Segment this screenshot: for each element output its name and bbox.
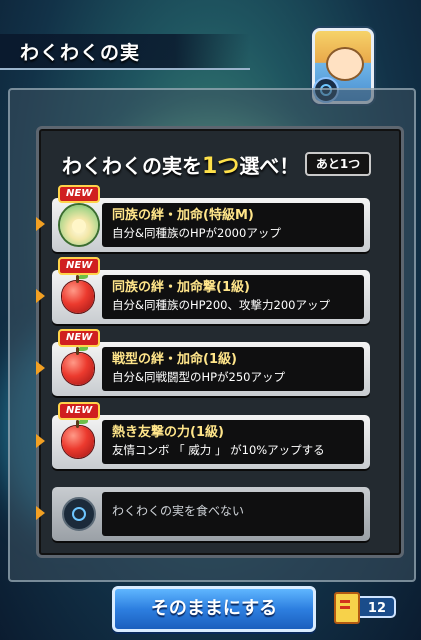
fruit-option-3[interactable]: NEW 戦型の絆・加命(1級) 自分&同戦闘型のHPが250アップ — [36, 329, 374, 400]
new-badge: NEW — [58, 329, 101, 347]
fruit-option-1[interactable]: NEW 同族の絆・加命(特級M) 自分&同種族のHPが2000アップ — [36, 185, 374, 256]
no-eat-option[interactable]: わくわくの実を食べない — [36, 487, 374, 545]
remaining-count-badge: あと1つ — [305, 152, 371, 176]
page-title: わくわくの実 — [20, 42, 141, 64]
empty-orb-icon — [62, 497, 96, 531]
option-description: 自分&同種族のHPが2000アップ — [112, 226, 281, 240]
option-name: 同族の絆・加命(特級M) — [112, 208, 254, 223]
no-eat-label: わくわくの実を食べない — [112, 504, 245, 518]
option-description: 自分&同種族のHP200、攻撃力200アップ — [112, 298, 330, 312]
prompt-suffix: 選べ！ — [239, 154, 300, 178]
select-arrow-icon — [36, 361, 45, 375]
fruit-option-4[interactable]: NEW 熱き友撃の力(1級) 友情コンボ 「 威力 」 が10%アップする — [36, 402, 374, 473]
option-description: 友情コンボ 「 威力 」 が10%アップする — [112, 443, 325, 457]
title-bar: わくわくの実 — [0, 34, 250, 70]
ticket-icon — [334, 592, 360, 624]
prompt-highlight: 1つ — [202, 154, 240, 179]
new-badge: NEW — [58, 257, 101, 275]
select-arrow-icon — [36, 506, 45, 520]
red-fruit-icon — [58, 419, 98, 464]
prompt-prefix: わくわくの実を — [62, 154, 202, 178]
red-fruit-icon — [58, 274, 98, 319]
select-arrow-icon — [36, 217, 45, 231]
keep-as-is-button[interactable]: そのままにする — [112, 586, 316, 632]
option-name: 熱き友撃の力(1級) — [112, 425, 224, 440]
red-fruit-icon — [58, 346, 98, 391]
option-name: 同族の絆・加命撃(1級) — [112, 280, 250, 295]
option-name: 戦型の絆・加命(1級) — [112, 352, 237, 367]
selection-prompt: わくわくの実を1つ選べ！ — [62, 148, 299, 180]
select-arrow-icon — [36, 434, 45, 448]
new-badge: NEW — [58, 185, 101, 203]
option-description: 自分&同戦闘型のHPが250アップ — [112, 370, 285, 384]
select-arrow-icon — [36, 289, 45, 303]
lotus-fruit-icon — [58, 203, 98, 247]
new-badge: NEW — [58, 402, 101, 420]
character-face-icon — [326, 47, 364, 81]
fruit-option-2[interactable]: NEW 同族の絆・加命撃(1級) 自分&同種族のHP200、攻撃力200アップ — [36, 257, 374, 328]
